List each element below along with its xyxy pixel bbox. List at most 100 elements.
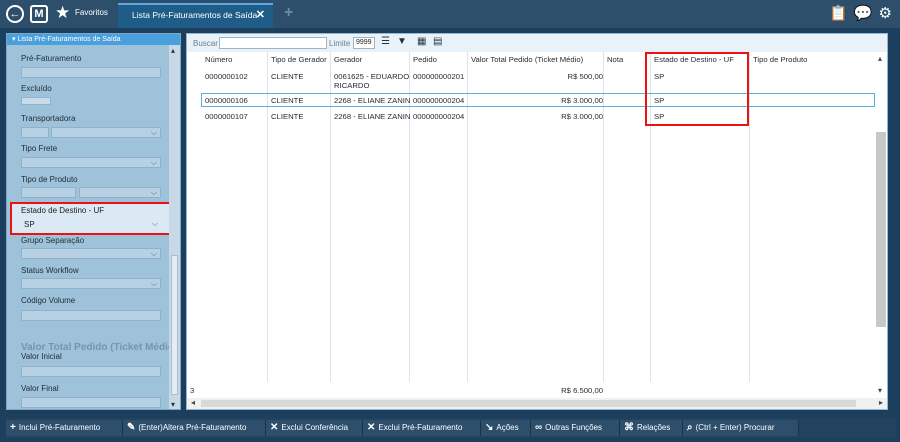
chevron-down-icon: ⌵ xyxy=(150,158,157,167)
scroll-thumb[interactable] xyxy=(201,400,856,407)
filter-icon[interactable]: ▼ xyxy=(397,36,407,47)
plus-icon: + xyxy=(10,422,16,433)
transportadora-code-input[interactable] xyxy=(21,127,49,138)
filter-panel-header[interactable]: ▾ Lista Pré-Faturamentos de Saída xyxy=(7,34,180,45)
search-input[interactable] xyxy=(219,37,327,49)
excluido-checkbox[interactable] xyxy=(21,97,51,105)
label-excluido: Excluído xyxy=(21,84,52,93)
exclui-conferencia-button[interactable]: ✕ Exclui Conferência xyxy=(266,420,363,436)
col-tipo-gerador[interactable]: Tipo de Gerador xyxy=(271,55,327,64)
cell-valor: R$ 3.000,00 xyxy=(561,112,603,121)
close-icon[interactable]: ✕ xyxy=(256,8,265,21)
outras-funcoes-button[interactable]: ∞ Outras Funções xyxy=(531,420,620,436)
limit-input[interactable]: 9999 xyxy=(353,37,375,49)
procurar-label: (Ctrl + Enter) Procurar xyxy=(695,423,775,432)
codigo-volume-input[interactable] xyxy=(21,310,161,321)
columns-icon[interactable]: ▦ xyxy=(417,36,426,47)
table-row[interactable]: 0000000106 CLIENTE 2268 - ELIANE ZANIN 0… xyxy=(201,93,875,107)
search-icon: ⌕ xyxy=(687,422,693,433)
filter-panel-title: Lista Pré-Faturamentos de Saída xyxy=(17,36,121,43)
tab-lista-pre-faturamentos[interactable]: Lista Pré-Faturamentos de Saída ✕ xyxy=(118,3,273,28)
chat-icon[interactable]: 💬 xyxy=(854,5,873,22)
col-gerador[interactable]: Gerador xyxy=(334,55,362,64)
col-numero[interactable]: Número xyxy=(205,55,232,64)
tipo-produto-code-input[interactable] xyxy=(21,187,76,198)
procurar-button[interactable]: ⌕ (Ctrl + Enter) Procurar xyxy=(683,420,799,436)
label-status-workflow: Status Workflow xyxy=(21,266,79,275)
incluir-button[interactable]: + Inclui Pré-Faturamento xyxy=(6,420,123,436)
sort-icon[interactable]: ☰ xyxy=(381,36,390,47)
label-codigo-volume: Código Volume xyxy=(21,296,76,305)
scroll-thumb[interactable] xyxy=(876,132,886,327)
status-workflow-select[interactable]: ⌵ xyxy=(21,278,161,289)
export-icon[interactable]: ▤ xyxy=(433,36,442,47)
exclui-pre-label: Exclui Pré-Faturamento xyxy=(378,423,463,432)
chevron-down-icon: ⌵ xyxy=(150,249,157,258)
scroll-up-icon[interactable]: ▴ xyxy=(171,46,175,55)
label-transportadora: Transportadora xyxy=(21,114,76,123)
scroll-left-icon[interactable]: ◂ xyxy=(191,398,195,407)
back-circle-icon[interactable]: ← xyxy=(6,5,24,23)
pre-faturamento-input[interactable] xyxy=(21,67,161,78)
cell-tipo: CLIENTE xyxy=(271,112,304,121)
valor-final-input[interactable] xyxy=(21,397,161,408)
add-tab-button[interactable]: + xyxy=(284,4,293,22)
tipo-produto-select[interactable]: ⌵ xyxy=(79,187,161,198)
label-tipo-produto: Tipo de Produto xyxy=(21,175,78,184)
valor-inicial-input[interactable] xyxy=(21,366,161,377)
cell-pedido: 000000000201 xyxy=(413,72,465,81)
cell-gerador: 2268 - ELIANE ZANIN xyxy=(334,112,411,121)
col-tipo-produto[interactable]: Tipo de Produto xyxy=(753,55,807,64)
grid-footer: 3 R$ 6.500,00 xyxy=(187,384,875,398)
filter-panel: ▾ Lista Pré-Faturamentos de Saída Pré-Fa… xyxy=(6,33,181,410)
col-nota[interactable]: Nota xyxy=(607,55,623,64)
limite-label: Limite xyxy=(329,39,351,48)
exclui-pre-button[interactable]: ✕ Exclui Pré-Faturamento xyxy=(363,420,481,436)
wand-icon: ↘ xyxy=(485,422,494,433)
estado-destino-select[interactable]: SP ⌵ xyxy=(21,218,162,229)
table-row[interactable]: 0000000102 CLIENTE 0061625 - EDUARDO RIC… xyxy=(201,71,875,91)
acoes-button[interactable]: ↘ Ações xyxy=(481,420,531,436)
grid-vertical-scrollbar[interactable]: ▴ ▾ xyxy=(875,52,887,397)
label-tipo-frete: Tipo Frete xyxy=(21,144,58,153)
cell-pedido: 000000000204 xyxy=(413,96,465,105)
cell-numero: 0000000106 xyxy=(205,96,248,105)
label-grupo-separacao: Grupo Separação xyxy=(21,236,85,245)
col-pedido[interactable]: Pedido xyxy=(413,55,437,64)
clipboard-icon[interactable]: 📋 xyxy=(829,5,848,22)
scroll-down-icon[interactable]: ▾ xyxy=(171,400,175,409)
alterar-button[interactable]: ✎ (Enter)Altera Pré-Faturamento xyxy=(123,420,266,436)
favorites-label[interactable]: Favoritos xyxy=(75,8,108,17)
scroll-up-icon[interactable]: ▴ xyxy=(878,54,882,63)
grupo-separacao-select[interactable]: ⌵ xyxy=(21,248,161,259)
gear-icon[interactable]: ⚙ xyxy=(879,5,892,22)
cell-gerador: 0061625 - EDUARDO xyxy=(334,72,410,81)
grid-header: Número Tipo de Gerador Gerador Pedido Va… xyxy=(187,52,875,66)
scroll-right-icon[interactable]: ▸ xyxy=(879,398,883,407)
estado-destino-highlight: Estado de Destino - UF SP ⌵ xyxy=(10,202,171,235)
col-valor-total[interactable]: Valor Total Pedido (Ticket Médio) xyxy=(471,55,583,64)
scroll-down-icon[interactable]: ▾ xyxy=(878,386,882,395)
grid-horizontal-scrollbar[interactable]: ◂ ▸ xyxy=(187,398,887,409)
acoes-label: Ações xyxy=(496,423,519,432)
chevron-down-icon: ⌵ xyxy=(151,219,158,228)
filter-scrollbar[interactable]: ▴ ▾ xyxy=(169,45,180,409)
tree-icon: ⌘ xyxy=(624,422,634,433)
label-pre-faturamento: Pré-Faturamento xyxy=(21,54,82,63)
cell-valor: R$ 500,00 xyxy=(567,72,603,81)
relacoes-button[interactable]: ⌘ Relações xyxy=(620,420,683,436)
grid-toolbar: Buscar Limite 9999 ☰ ▼ ▦ ▤ xyxy=(187,34,887,52)
x-icon: ✕ xyxy=(367,422,376,433)
estado-destino-value: SP xyxy=(24,220,35,229)
table-row[interactable]: 0000000107 CLIENTE 2268 - ELIANE ZANIN 0… xyxy=(201,110,875,124)
m-logo-icon[interactable]: M xyxy=(30,5,48,23)
star-icon[interactable]: ★ xyxy=(55,2,70,24)
alterar-label: (Enter)Altera Pré-Faturamento xyxy=(138,423,247,432)
scroll-thumb[interactable] xyxy=(171,255,178,395)
tipo-frete-select[interactable]: ⌵ xyxy=(21,157,161,168)
edit-icon: ✎ xyxy=(127,422,136,433)
label-valor-inicial: Valor Inicial xyxy=(21,352,62,361)
action-bar: + Inclui Pré-Faturamento ✎ (Enter)Altera P… xyxy=(6,418,896,438)
transportadora-select[interactable]: ⌵ xyxy=(51,127,161,138)
chevron-down-icon: ⌵ xyxy=(150,128,157,137)
